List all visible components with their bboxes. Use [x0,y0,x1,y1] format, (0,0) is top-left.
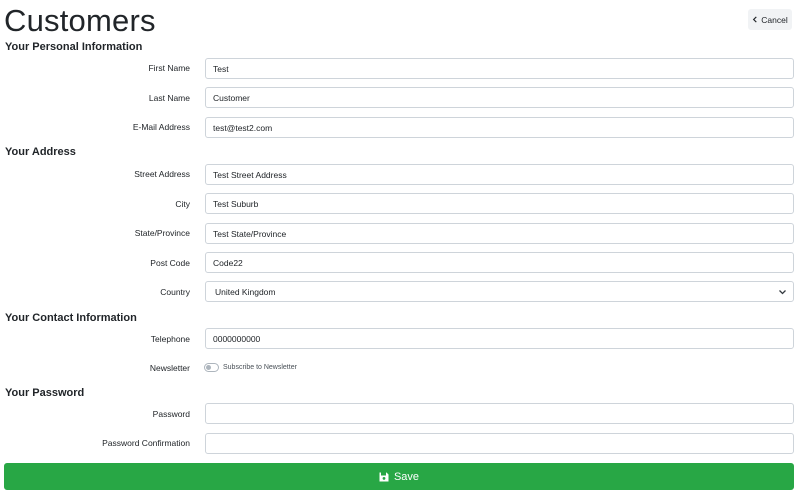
newsletter-toggle-label[interactable]: Subscribe to Newsletter [223,362,297,373]
email-label: E-Mail Address [132,122,190,132]
password-confirmation-input[interactable] [205,433,794,454]
city-label: City [175,199,190,209]
password-input[interactable] [205,403,794,424]
email-input[interactable] [205,117,794,138]
country-label: Country [160,287,190,297]
state-input[interactable] [205,223,794,244]
page-title: Customers [4,3,156,38]
last-name-input[interactable] [205,87,794,108]
customer-form-page: Customers Cancel Your Personal Informati… [0,0,800,496]
cancel-button[interactable]: Cancel [748,9,792,30]
telephone-input[interactable] [205,328,794,349]
password-label: Password [152,409,190,419]
post-code-input[interactable] [205,252,794,273]
first-name-input[interactable] [205,58,794,79]
chevron-down-icon [779,290,786,295]
save-button-label: Save [393,470,420,483]
section-personal-title: Your Personal Information [5,41,143,53]
newsletter-toggle-knob [206,365,211,370]
city-input[interactable] [205,193,794,214]
street-address-label: Street Address [134,169,190,179]
save-button[interactable]: Save [4,463,794,490]
chevron-left-icon [753,16,758,23]
section-contact-title: Your Contact Information [5,312,137,324]
telephone-label: Telephone [150,334,190,344]
cancel-button-label: Cancel [761,14,788,25]
country-select-value: United Kingdom [215,286,276,297]
post-code-label: Post Code [150,258,190,268]
street-address-input[interactable] [205,164,794,185]
newsletter-toggle[interactable] [204,363,219,372]
country-select[interactable]: United Kingdom [205,281,794,302]
floppy-disk-icon [379,472,389,481]
newsletter-label: Newsletter [149,363,190,373]
first-name-label: First Name [148,63,190,73]
section-password-title: Your Password [5,387,85,399]
last-name-label: Last Name [148,93,190,103]
password-confirmation-label: Password Confirmation [102,438,190,448]
state-label: State/Province [134,228,190,238]
section-address-title: Your Address [5,146,76,158]
